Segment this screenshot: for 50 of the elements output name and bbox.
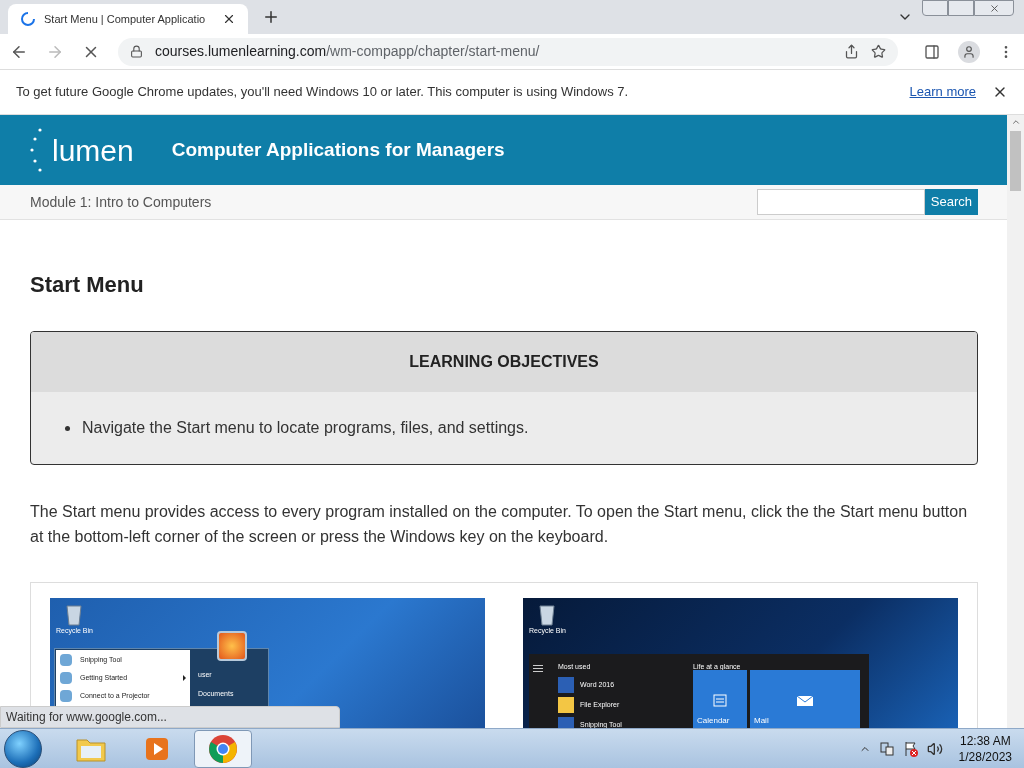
address-bar[interactable]: courses.lumenlearning.com/wm-compapp/chapter/start-menu/ xyxy=(118,37,898,66)
bookmark-star-icon[interactable] xyxy=(871,44,886,59)
share-icon[interactable] xyxy=(844,44,859,59)
flag-error-icon[interactable] xyxy=(902,740,919,757)
close-icon xyxy=(988,2,1000,14)
program-icon xyxy=(558,697,574,713)
course-title[interactable]: Computer Applications for Managers xyxy=(171,135,505,165)
submenu-arrow-icon xyxy=(183,675,186,681)
search-button[interactable]: Search xyxy=(924,189,978,215)
page-title: Start Menu xyxy=(30,271,145,299)
objectives-heading: LEARNING OBJECTIVES xyxy=(409,352,599,372)
learn-more-link[interactable]: Learn more xyxy=(909,82,976,102)
minimize-button[interactable] xyxy=(922,0,948,16)
volume-icon[interactable] xyxy=(926,740,943,757)
app-tile[interactable]: Calendar xyxy=(693,670,747,728)
close-tab-icon[interactable] xyxy=(222,12,236,26)
trash-icon xyxy=(537,602,558,626)
start-button[interactable] xyxy=(4,729,42,768)
body-paragraph: The Start menu provides access to every program installed on the computer. To open the Start menu, click the the Start menu button at the bottom-left corner of the screen or press the Windows key on the keyboard. xyxy=(30,502,969,547)
clock[interactable]: 12:38 AM 1/28/2023 xyxy=(950,732,1020,765)
program-icon xyxy=(558,677,574,693)
scrollbar-thumb[interactable] xyxy=(1010,131,1021,191)
status-bubble: Waiting for www.google.com... xyxy=(0,706,340,728)
program-icon xyxy=(60,672,72,684)
profile-avatar[interactable] xyxy=(958,40,980,63)
lock-icon xyxy=(130,45,143,58)
objective-text: Navigate the Start menu to locate programs, files, and settings. xyxy=(82,418,529,438)
app-tile[interactable]: Mail xyxy=(750,670,860,728)
taskbar-button[interactable] xyxy=(194,729,252,768)
chrome-logo-icon xyxy=(208,733,238,764)
menu-icon xyxy=(533,665,543,672)
envelope-icon xyxy=(797,694,813,706)
calendar-icon xyxy=(713,693,727,707)
browser-tab[interactable]: Start Menu | Computer Applicatio xyxy=(8,4,248,34)
scroll-up-icon[interactable] xyxy=(1010,117,1021,127)
program-icon xyxy=(60,690,72,702)
restore-button[interactable] xyxy=(948,0,974,16)
trash-icon xyxy=(64,602,85,626)
close-button[interactable] xyxy=(974,0,1014,16)
search-field[interactable] xyxy=(756,189,925,215)
side-panel-icon[interactable] xyxy=(924,43,940,60)
play-icon xyxy=(144,735,170,762)
bullet-icon xyxy=(65,425,70,431)
site-logo[interactable]: lumen xyxy=(52,127,134,173)
new-tab-icon[interactable] xyxy=(262,8,280,26)
scrollbar[interactable] xyxy=(1007,115,1024,728)
dots-logo-icon xyxy=(30,127,44,173)
program-icon xyxy=(60,654,72,666)
info-bar-message: To get future Google Chrome updates, you'll need Windows 10 or later. This computer is using Windows 7. xyxy=(16,83,630,102)
breadcrumb-link[interactable]: Module 1: Intro to Computers xyxy=(30,191,757,213)
